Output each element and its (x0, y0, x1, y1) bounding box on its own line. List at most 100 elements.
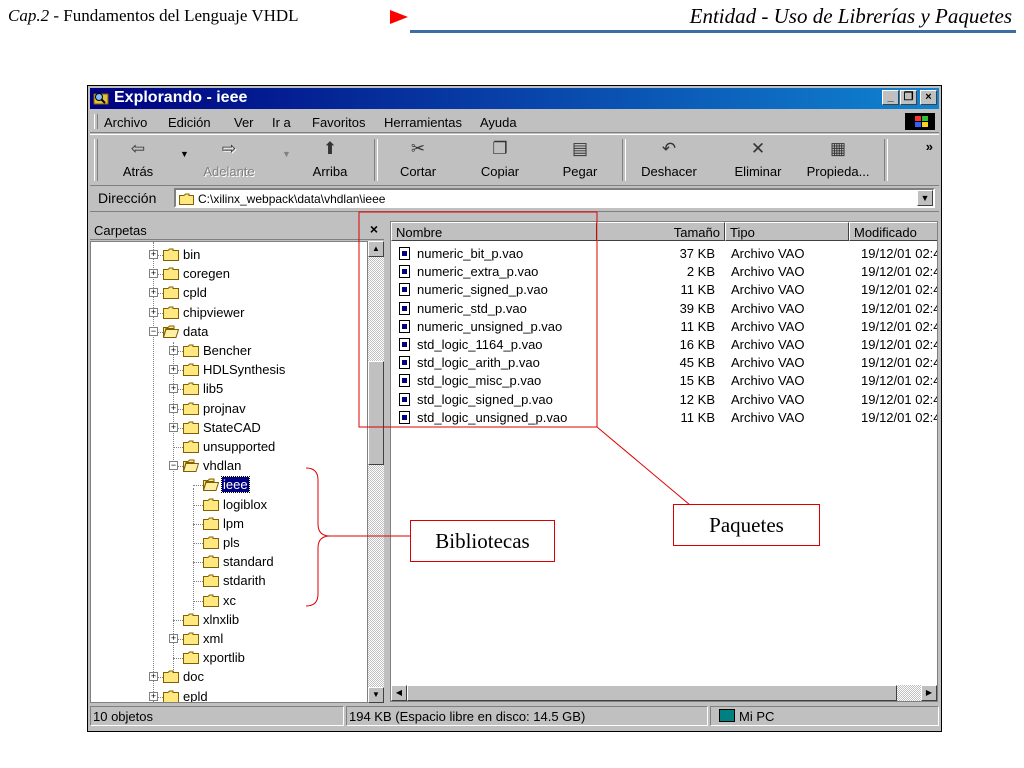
tree-folder-item[interactable]: − data (91, 323, 367, 342)
column-header-type[interactable]: Tipo (725, 222, 849, 241)
file-row[interactable]: numeric_signed_p.vao 11 KB Archivo VAO 19/1… (391, 281, 937, 299)
tree-folder-label: bin (183, 247, 201, 262)
cut-button[interactable]: ✂ Cortar (388, 139, 448, 179)
menu-favoritos[interactable]: Favoritos (312, 115, 365, 130)
forward-button[interactable]: ⇨ Adelante (196, 139, 262, 179)
paste-button[interactable]: ▤ Pegar (552, 139, 608, 179)
tree-folder-item[interactable]: + Bencher (91, 342, 367, 361)
title-bar[interactable]: Explorando - ieee _ ❐ × (90, 88, 939, 109)
copy-button[interactable]: ❐ Copiar (470, 139, 530, 179)
back-dropdown-icon[interactable]: ▼ (180, 149, 189, 159)
tree-folder-item[interactable]: + xml (91, 630, 367, 649)
toolbar-grip[interactable] (94, 139, 98, 181)
tree-branch-line (193, 505, 203, 506)
tree-folder-item[interactable]: unsupported (91, 438, 367, 457)
folder-icon (183, 421, 199, 434)
menu-archivo[interactable]: Archivo (104, 115, 147, 130)
file-row[interactable]: numeric_unsigned_p.vao 11 KB Archivo VAO 19… (391, 318, 937, 336)
menu-ir-a[interactable]: Ir a (272, 115, 291, 130)
tree-folder-item[interactable]: standard (91, 553, 367, 572)
up-button[interactable]: ⬆ Arriba (302, 139, 358, 179)
file-row[interactable]: std_logic_misc_p.vao 15 KB Archivo VAO 19/1… (391, 372, 937, 390)
file-row[interactable]: std_logic_arith_p.vao 45 KB Archivo VAO 19/… (391, 354, 937, 372)
file-list-scrollbar[interactable]: ◀ ▶ (391, 685, 937, 701)
expand-icon[interactable]: + (169, 404, 178, 413)
menu-herramientas[interactable]: Herramientas (384, 115, 462, 130)
file-row[interactable]: std_logic_signed_p.vao 12 KB Archivo VAO 19… (391, 391, 937, 409)
menubar-grip[interactable] (94, 114, 98, 129)
scroll-left-button[interactable]: ◀ (391, 685, 407, 701)
file-row[interactable]: numeric_std_p.vao 39 KB Archivo VAO 19/12/0… (391, 300, 937, 318)
undo-button[interactable]: ↶ Deshacer (634, 139, 704, 179)
tree-folder-item[interactable]: xportlib (91, 649, 367, 668)
status-location-label: Mi PC (739, 709, 775, 724)
expand-icon[interactable]: + (149, 308, 158, 317)
scroll-down-button[interactable]: ▼ (368, 687, 384, 703)
delete-button[interactable]: ✕ Eliminar (728, 139, 788, 179)
tree-folder-item[interactable]: ieee (91, 476, 367, 495)
expand-icon[interactable]: + (149, 288, 158, 297)
folder-tree-scrollbar[interactable]: ▲ ▼ (368, 241, 384, 703)
expand-icon[interactable]: + (169, 365, 178, 374)
tree-folder-item[interactable]: stdarith (91, 572, 367, 591)
minimize-button[interactable]: _ (882, 90, 899, 105)
tree-folder-item[interactable]: + bin (91, 246, 367, 265)
file-row[interactable]: std_logic_1164_p.vao 16 KB Archivo VAO 19/1… (391, 336, 937, 354)
tree-branch-line (193, 524, 203, 525)
properties-button[interactable]: ▦ Propieda... (800, 139, 876, 179)
file-name: numeric_unsigned_p.vao (417, 318, 563, 334)
scroll-up-button[interactable]: ▲ (368, 241, 384, 257)
restore-button[interactable]: ❐ (900, 90, 917, 105)
address-input[interactable]: C:\xilinx_webpack\data\vhdlan\ieee ▼ (174, 188, 935, 208)
tree-folder-item[interactable]: pls (91, 534, 367, 553)
file-row[interactable]: std_logic_unsigned_p.vao 11 KB Archivo VAO… (391, 409, 937, 427)
tree-folder-item[interactable]: − vhdlan (91, 457, 367, 476)
menu-ver[interactable]: Ver (234, 115, 254, 130)
close-button[interactable]: × (920, 90, 937, 105)
toolbar-overflow-chevron[interactable]: » (926, 139, 933, 154)
scroll-right-button[interactable]: ▶ (921, 685, 937, 701)
file-type: Archivo VAO (731, 300, 805, 316)
expand-icon[interactable]: + (169, 346, 178, 355)
file-row[interactable]: numeric_extra_p.vao 2 KB Archivo VAO 19/12/… (391, 263, 937, 281)
scroll-thumb[interactable] (368, 361, 384, 465)
tree-folder-item[interactable]: + doc (91, 668, 367, 687)
tree-folder-item[interactable]: + chipviewer (91, 304, 367, 323)
column-header-modified[interactable]: Modificado (849, 222, 937, 241)
expand-icon[interactable]: + (149, 672, 158, 681)
collapse-icon[interactable]: − (149, 327, 158, 336)
address-dropdown-icon[interactable]: ▼ (917, 190, 933, 206)
tree-folder-item[interactable]: xlnxlib (91, 611, 367, 630)
address-label: Dirección (98, 190, 157, 206)
tree-folder-item[interactable]: + lib5 (91, 380, 367, 399)
tree-folder-item[interactable]: logiblox (91, 496, 367, 515)
tree-folder-item[interactable]: + HDLSynthesis (91, 361, 367, 380)
forward-dropdown-icon[interactable]: ▼ (282, 149, 291, 159)
column-header-size[interactable]: Tamaño (597, 222, 725, 241)
column-header-name[interactable]: Nombre (391, 222, 597, 241)
tree-folder-label: StateCAD (203, 420, 261, 435)
menu-edicion[interactable]: Edición (168, 115, 211, 130)
expand-icon[interactable]: + (149, 250, 158, 259)
back-button[interactable]: ⇦ Atrás (116, 139, 160, 179)
tree-folder-item[interactable]: + coregen (91, 265, 367, 284)
tree-folder-item[interactable]: + StateCAD (91, 419, 367, 438)
tree-folder-item[interactable]: xc (91, 592, 367, 611)
close-folders-pane-icon[interactable]: × (370, 221, 378, 237)
tree-branch-line (173, 658, 183, 659)
expand-icon[interactable]: + (169, 384, 178, 393)
tree-folder-item[interactable]: + cpld (91, 284, 367, 303)
expand-icon[interactable]: + (169, 634, 178, 643)
tree-branch-line (193, 601, 203, 602)
file-row[interactable]: numeric_bit_p.vao 37 KB Archivo VAO 19/12/0… (391, 245, 937, 263)
expand-icon[interactable]: + (169, 423, 178, 432)
file-size: 11 KB (680, 409, 715, 425)
horizontal-scroll-thumb[interactable] (407, 685, 897, 701)
collapse-icon[interactable]: − (169, 461, 178, 470)
tree-folder-item[interactable]: lpm (91, 515, 367, 534)
tree-folder-item[interactable]: + epld (91, 688, 367, 702)
expand-icon[interactable]: + (149, 692, 158, 701)
tree-folder-item[interactable]: + projnav (91, 400, 367, 419)
expand-icon[interactable]: + (149, 269, 158, 278)
menu-ayuda[interactable]: Ayuda (480, 115, 517, 130)
